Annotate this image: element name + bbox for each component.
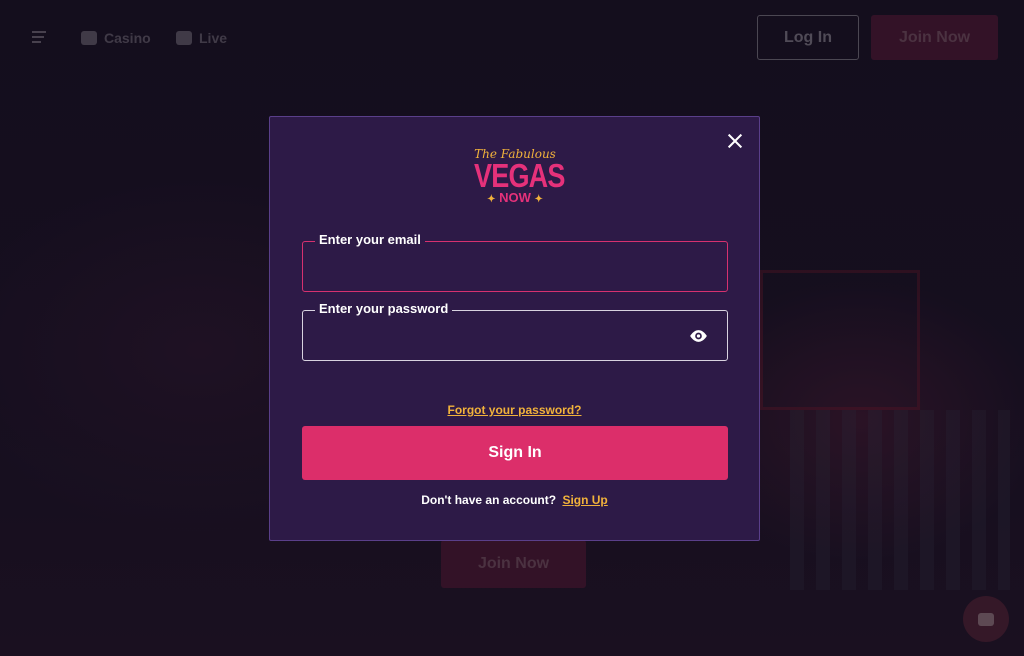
close-icon[interactable] xyxy=(723,129,747,153)
vegas-now-logo: The Fabulous VEGAS ✦ NOW ✦ xyxy=(465,147,565,213)
sign-in-button[interactable]: Sign In xyxy=(302,426,728,480)
sign-up-link[interactable]: Sign Up xyxy=(562,493,607,507)
email-field: Enter your email xyxy=(302,232,728,292)
signup-prompt: Don't have an account? xyxy=(421,493,557,507)
forgot-password-link[interactable]: Forgot your password? xyxy=(447,403,581,417)
forgot-password-row: Forgot your password? xyxy=(270,399,759,418)
eye-icon[interactable] xyxy=(688,326,709,346)
logo-wordmark: VEGAS xyxy=(474,157,565,194)
password-input[interactable] xyxy=(303,311,727,360)
star-icon: ✦ xyxy=(534,194,543,205)
email-input[interactable] xyxy=(303,242,727,291)
signup-row: Don't have an account? Sign Up xyxy=(270,493,759,507)
login-modal: The Fabulous VEGAS ✦ NOW ✦ Enter your em… xyxy=(269,116,760,541)
star-icon: ✦ xyxy=(487,194,496,205)
password-field: Enter your password xyxy=(302,301,728,361)
